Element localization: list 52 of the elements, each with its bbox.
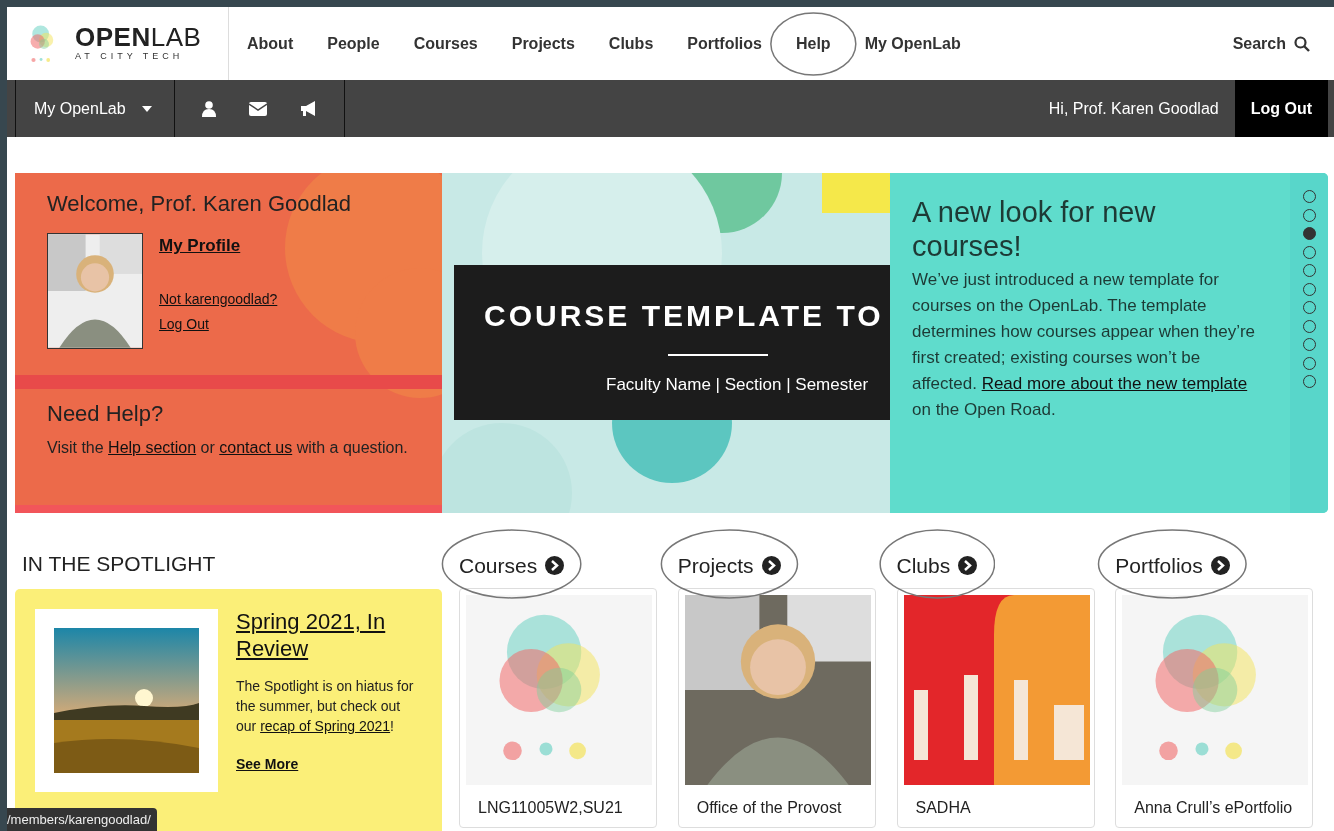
nav-link-item[interactable]: Projects bbox=[511, 34, 575, 52]
logo-text[interactable]: OPENLAB bbox=[75, 23, 202, 50]
group-card[interactable]: SADHA bbox=[896, 588, 1095, 828]
help-text: Visit the Help section or contact us with a question. bbox=[47, 437, 409, 458]
nav-link-item[interactable]: Help bbox=[795, 34, 831, 52]
nav-link-item[interactable]: Portfolios bbox=[687, 34, 762, 52]
slide-text: We’ve just introduced a new template for courses on the OpenLab. The template determines how courses appear when they’re first created; existing courses won’t be affected. Read more about the new template on the Open Road. bbox=[912, 269, 1257, 422]
card-title: SADHA bbox=[915, 799, 972, 818]
not-user-link[interactable]: Not karengoodlad? bbox=[159, 288, 278, 310]
greeting-text: Hi, Prof. Karen Goodlad bbox=[1048, 98, 1220, 119]
text-link[interactable]: Help section bbox=[108, 438, 197, 456]
slide-heading: A new look for new courses! bbox=[912, 195, 1157, 264]
group-card[interactable]: Office of the Provost bbox=[677, 588, 876, 828]
status-url-tooltip: /members/karengoodlad/ bbox=[7, 807, 157, 831]
group-logo-icon bbox=[1122, 595, 1309, 785]
arrow-circle-icon bbox=[958, 556, 978, 576]
envelope-icon[interactable] bbox=[248, 101, 267, 116]
spotlight-heading: IN THE SPOTLIGHT bbox=[22, 551, 217, 577]
text-link[interactable]: Read more about the new template bbox=[981, 374, 1248, 394]
group-card[interactable]: LNG11005W2,SU21 bbox=[459, 588, 657, 828]
search-link[interactable]: Search bbox=[1232, 31, 1310, 56]
banner-title: COURSE TEMPLATE TO bbox=[484, 298, 885, 334]
log-out-button[interactable]: Log Out bbox=[1234, 80, 1328, 137]
slide-dot[interactable] bbox=[1302, 227, 1316, 240]
log-out-link[interactable]: Log Out bbox=[159, 313, 278, 335]
group-card[interactable]: Anna Crull’s ePortfolio bbox=[1115, 588, 1314, 828]
spotlight-text: The Spotlight is on hiatus for the summer, but check out our recap of Spring 2021! bbox=[236, 676, 415, 736]
nav-link-item[interactable]: My OpenLab bbox=[864, 34, 961, 52]
card-title: Anna Crull’s ePortfolio bbox=[1134, 799, 1294, 818]
card-title: Office of the Provost bbox=[696, 799, 843, 818]
person-icon[interactable] bbox=[201, 100, 216, 117]
text-link[interactable]: contact us bbox=[219, 438, 293, 456]
nav-link-item[interactable]: About bbox=[247, 34, 294, 52]
profile-link[interactable]: My Profile bbox=[159, 233, 278, 259]
nav-link-item[interactable]: Courses bbox=[413, 34, 478, 52]
group-logo-icon bbox=[466, 595, 652, 785]
nav-link-item[interactable]: People bbox=[327, 34, 380, 52]
my-openlab-menu[interactable]: My OpenLab bbox=[34, 96, 152, 121]
caret-icon bbox=[141, 105, 152, 112]
banner-subtitle: Faculty Name | Section | Semester bbox=[606, 374, 870, 396]
megaphone-icon[interactable] bbox=[299, 101, 318, 116]
arrow-circle-icon bbox=[761, 556, 781, 576]
logo-tagline: AT CITY TECH bbox=[75, 49, 185, 63]
arrow-circle-icon bbox=[1210, 556, 1230, 576]
arrow-circle-icon bbox=[545, 556, 565, 576]
search-icon bbox=[1294, 35, 1310, 52]
card-title: LNG11005W2,SU21 bbox=[478, 799, 624, 818]
see-more-link[interactable]: See More bbox=[236, 755, 299, 772]
welcome-heading: Welcome, Prof. Karen Goodlad bbox=[47, 191, 353, 218]
help-heading: Need Help? bbox=[47, 401, 165, 428]
nav-link-item[interactable]: Clubs bbox=[608, 34, 654, 52]
spotlight-title-link[interactable]: Spring 2021, In Review bbox=[236, 609, 422, 662]
